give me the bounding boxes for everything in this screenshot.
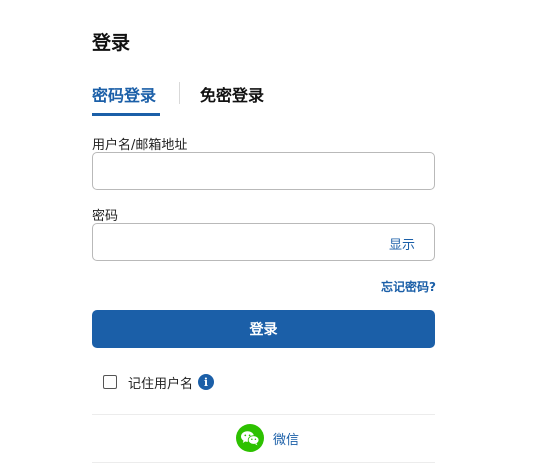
divider-top <box>92 414 435 415</box>
info-icon[interactable]: i <box>198 374 215 390</box>
tab-password-login[interactable]: 密码登录 <box>92 82 156 106</box>
tab-passwordless-login[interactable]: 免密登录 <box>200 82 264 106</box>
show-password-toggle[interactable]: 显示 <box>389 234 415 253</box>
divider-bottom <box>92 462 435 463</box>
login-button[interactable]: 登录 <box>92 310 435 348</box>
username-label: 用户名/邮箱地址 <box>92 138 188 153</box>
tab-divider <box>179 82 180 104</box>
login-tabs: 密码登录 免密登录 <box>92 82 435 116</box>
forgot-password-link[interactable]: 忘记密码? <box>381 278 436 295</box>
remember-username-checkbox[interactable] <box>103 375 117 389</box>
wechat-login[interactable]: 微信 <box>236 424 299 452</box>
wechat-label: 微信 <box>273 432 300 448</box>
password-label: 密码 <box>92 209 119 224</box>
remember-username-row: 记住用户名 i <box>103 373 215 392</box>
page-title: 登录 <box>92 32 131 54</box>
password-input[interactable] <box>92 223 435 261</box>
wechat-icon <box>236 424 264 452</box>
remember-username-label: 记住用户名 <box>128 376 194 392</box>
username-input[interactable] <box>92 152 435 190</box>
tab-active-underline <box>92 113 160 116</box>
